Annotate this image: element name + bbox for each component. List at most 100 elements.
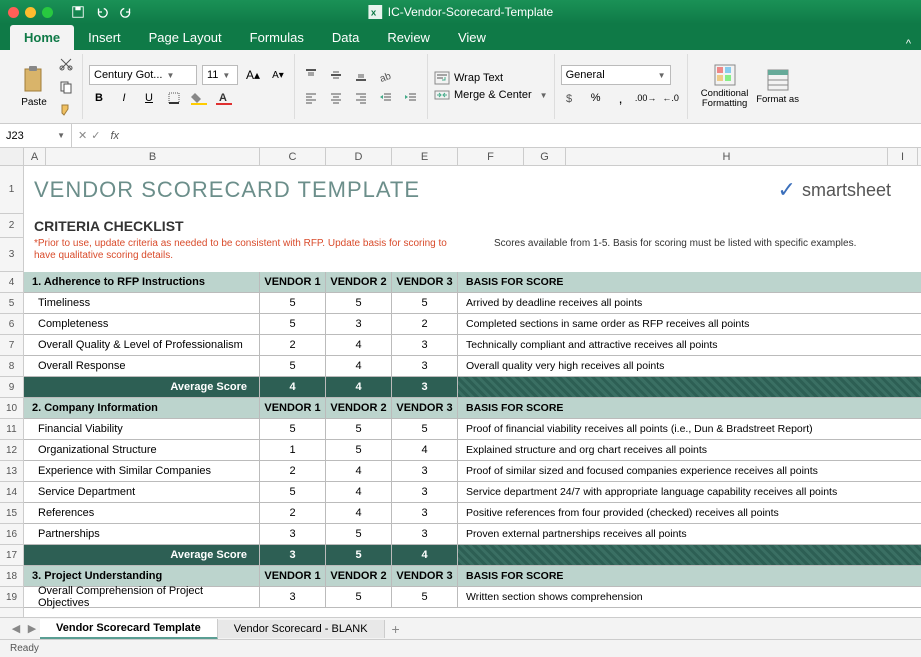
score-cell[interactable]: 5 <box>326 587 392 607</box>
increase-font-icon[interactable]: A▴ <box>243 65 263 85</box>
align-right-icon[interactable] <box>351 88 371 108</box>
score-cell[interactable]: 5 <box>326 524 392 544</box>
row-header[interactable]: 1 <box>0 166 23 214</box>
column-header[interactable]: I <box>888 148 918 165</box>
align-top-icon[interactable] <box>301 65 321 85</box>
format-as-button[interactable]: Format as <box>756 54 800 118</box>
next-sheet-icon[interactable]: ▶ <box>24 621 40 637</box>
score-cell[interactable]: 2 <box>260 461 326 481</box>
column-header[interactable]: E <box>392 148 458 165</box>
score-cell[interactable]: 5 <box>326 419 392 439</box>
score-cell[interactable]: 4 <box>326 335 392 355</box>
formula-input[interactable] <box>123 124 921 147</box>
score-cell[interactable]: 4 <box>326 461 392 481</box>
tab-home[interactable]: Home <box>10 25 74 50</box>
merge-center-button[interactable]: Merge & Center▼ <box>434 88 548 102</box>
row-header[interactable]: 11 <box>0 419 23 440</box>
row-header[interactable]: 7 <box>0 335 23 356</box>
column-header[interactable]: G <box>524 148 566 165</box>
score-cell[interactable]: 3 <box>326 314 392 334</box>
column-header[interactable]: F <box>458 148 524 165</box>
column-header[interactable]: B <box>46 148 260 165</box>
row-header[interactable]: 12 <box>0 440 23 461</box>
decrease-indent-icon[interactable] <box>376 88 396 108</box>
align-left-icon[interactable] <box>301 88 321 108</box>
save-icon[interactable] <box>71 5 85 19</box>
close-button[interactable] <box>8 7 19 18</box>
cancel-formula-icon[interactable]: ✕ <box>78 129 87 142</box>
sheet-tab-2[interactable]: Vendor Scorecard - BLANK <box>218 620 385 638</box>
row-header[interactable]: 14 <box>0 482 23 503</box>
score-cell[interactable]: 5 <box>392 419 458 439</box>
cell-grid[interactable]: VENDOR SCORECARD TEMPLATE ✓smartsheet CR… <box>24 166 921 617</box>
comma-icon[interactable]: , <box>611 88 631 108</box>
score-cell[interactable]: 3 <box>260 587 326 607</box>
score-cell[interactable]: 3 <box>392 461 458 481</box>
row-header[interactable]: 5 <box>0 293 23 314</box>
score-cell[interactable]: 3 <box>392 335 458 355</box>
score-cell[interactable]: VENDOR 3 <box>392 272 458 292</box>
score-cell[interactable]: VENDOR 3 <box>392 566 458 586</box>
tab-formulas[interactable]: Formulas <box>236 25 318 50</box>
increase-indent-icon[interactable] <box>401 88 421 108</box>
score-cell[interactable]: 3 <box>392 377 458 397</box>
font-family-select[interactable]: Century Got...▼ <box>89 65 197 85</box>
score-cell[interactable]: 2 <box>260 335 326 355</box>
bold-button[interactable]: B <box>89 88 109 108</box>
decrease-decimal-icon[interactable]: ←.0 <box>661 88 681 108</box>
select-all-cell[interactable] <box>0 148 24 165</box>
font-color-icon[interactable]: A <box>214 88 234 108</box>
percent-icon[interactable]: % <box>586 88 606 108</box>
underline-button[interactable]: U <box>139 88 159 108</box>
score-cell[interactable]: 5 <box>326 545 392 565</box>
score-cell[interactable]: VENDOR 1 <box>260 566 326 586</box>
score-cell[interactable]: 5 <box>326 440 392 460</box>
minimize-button[interactable] <box>25 7 36 18</box>
row-header[interactable]: 16 <box>0 524 23 545</box>
tab-view[interactable]: View <box>444 25 500 50</box>
score-cell[interactable]: VENDOR 2 <box>326 272 392 292</box>
row-header[interactable]: 3 <box>0 238 23 272</box>
format-painter-icon[interactable] <box>56 100 76 120</box>
score-cell[interactable]: 4 <box>392 545 458 565</box>
sheet-tab-1[interactable]: Vendor Scorecard Template <box>40 619 218 640</box>
paste-button[interactable]: Paste <box>12 54 56 118</box>
maximize-button[interactable] <box>42 7 53 18</box>
row-header[interactable]: 10 <box>0 398 23 419</box>
row-header[interactable]: 6 <box>0 314 23 335</box>
score-cell[interactable]: 3 <box>392 503 458 523</box>
score-cell[interactable]: VENDOR 1 <box>260 272 326 292</box>
score-cell[interactable]: 5 <box>260 356 326 376</box>
score-cell[interactable]: VENDOR 2 <box>326 398 392 418</box>
border-icon[interactable] <box>164 88 184 108</box>
score-cell[interactable]: 2 <box>392 314 458 334</box>
undo-icon[interactable] <box>95 5 109 19</box>
cut-icon[interactable] <box>56 54 76 74</box>
row-header[interactable]: 18 <box>0 566 23 587</box>
column-header[interactable]: D <box>326 148 392 165</box>
score-cell[interactable]: 5 <box>392 293 458 313</box>
wrap-text-button[interactable]: Wrap Text <box>434 71 548 85</box>
score-cell[interactable]: 4 <box>326 377 392 397</box>
score-cell[interactable]: 5 <box>260 293 326 313</box>
copy-icon[interactable] <box>56 77 76 97</box>
score-cell[interactable]: VENDOR 3 <box>392 398 458 418</box>
row-header[interactable]: 9 <box>0 377 23 398</box>
row-header[interactable]: 2 <box>0 214 23 238</box>
score-cell[interactable]: 4 <box>326 482 392 502</box>
row-header[interactable]: 13 <box>0 461 23 482</box>
row-header[interactable]: 15 <box>0 503 23 524</box>
redo-icon[interactable] <box>119 5 133 19</box>
score-cell[interactable]: 5 <box>326 293 392 313</box>
align-center-icon[interactable] <box>326 88 346 108</box>
number-format-select[interactable]: General▼ <box>561 65 671 85</box>
score-cell[interactable]: 4 <box>326 356 392 376</box>
tab-insert[interactable]: Insert <box>74 25 135 50</box>
column-header[interactable]: A <box>24 148 46 165</box>
font-size-select[interactable]: 11▼ <box>202 65 238 85</box>
align-middle-icon[interactable] <box>326 65 346 85</box>
score-cell[interactable]: 4 <box>326 503 392 523</box>
row-header[interactable]: 4 <box>0 272 23 293</box>
score-cell[interactable]: 3 <box>392 482 458 502</box>
collapse-ribbon-icon[interactable]: ^ <box>896 38 921 50</box>
